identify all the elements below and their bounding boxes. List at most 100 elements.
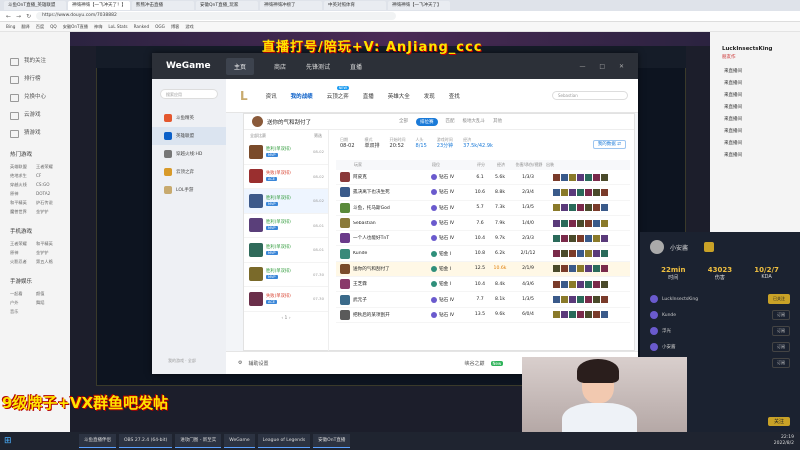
browser-tab[interactable]: 神嗨神嗨【一飞冲天了】 [388,1,450,10]
taskbar-app[interactable]: WeGame [224,434,255,448]
sidebar-game-link[interactable]: 和平精英 [36,241,60,247]
browser-tab[interactable]: 中英对照体育 [324,1,386,10]
player-row[interactable]: 王芝霖 铂金 I 10.4 8.4k 4/3/6 [336,277,630,293]
lol-tab[interactable]: 资讯 [266,92,277,100]
player-name[interactable]: Sebastian [353,221,431,226]
player-name[interactable]: 王芝霖 [353,281,431,287]
game-list-item[interactable]: 英雄联盟 [152,127,226,145]
bookmark-item[interactable]: 神嗨 [94,24,102,30]
match-filter-select[interactable]: 全部比赛 [250,133,266,138]
match-row[interactable]: 失败(单双排) ACE 08-02 [244,165,328,189]
match-row[interactable]: 胜利(单双排) MVP 08-01 [244,238,328,263]
match-type-filter[interactable]: 排位赛 [416,117,438,126]
row-action-button[interactable]: 订阅 [772,342,790,352]
sidebar-game-link[interactable]: 舞蹈 [36,300,60,306]
game-list-item[interactable]: 穿越火线:HD [152,145,226,163]
url-input[interactable]: https://www.douyu.com/7038882 [36,12,397,20]
game-search-input[interactable]: 搜索应用 [160,89,218,99]
browser-tab[interactable]: 神嗨神嗨冲榜了 [260,1,322,10]
sidebar-game-link[interactable]: 王者荣耀 [36,164,60,170]
bookmark-item[interactable]: Bing [6,24,15,29]
sidebar-game-link[interactable]: 音乐 [10,309,34,315]
browser-tab[interactable]: 神嗨神嗨【一飞冲天了！】 [68,1,130,10]
player-name[interactable]: 一个人也能好TnT [353,235,431,241]
match-row[interactable]: 胜利(单双排) MVP 08-02 [244,140,328,165]
sidebar-item[interactable]: 兑换中心 [0,88,70,106]
share-button[interactable]: 我的数据 ⇄ [592,140,626,149]
player-row[interactable]: Kunde 铂金 I 10.8 6.2k 2/1/12 [336,246,630,262]
back-icon[interactable]: ← [6,13,11,20]
settings-icon[interactable]: ⚙ [238,360,242,366]
follow-button[interactable]: 关注 [767,417,790,426]
rank-row[interactable]: 来直播间 [710,126,800,138]
match-row[interactable]: 失败(单双排) ACE 07-30 [244,287,328,312]
sidebar-game-link[interactable]: 第五人格 [36,259,60,265]
window-controls[interactable]: — □ ✕ [579,63,630,70]
windows-start-icon[interactable]: ⊞ [4,435,16,447]
taskbar-app[interactable]: 安徽OnT直播 [313,434,351,448]
sidebar-item[interactable]: 猜游戏 [0,124,70,142]
row-action-button[interactable]: 订阅 [772,310,790,320]
player-row[interactable]: 斗鱼，托马斯God 钻石 IV 5.7 7.3k 1/3/5 [336,201,630,216]
player-row[interactable]: 把秋后的某项刮开 钻石 IV 13.5 9.6k 6/0/4 [336,308,630,323]
match-type-filter[interactable]: 匹配 [446,118,455,126]
sidebar-game-link[interactable]: DOTA2 [36,191,60,197]
bookmark-item[interactable]: 翻译 [21,24,29,30]
lol-tab[interactable]: 查找 [449,92,460,100]
bookmark-item[interactable]: OGG [155,24,165,29]
sidebar-game-link[interactable]: CF [36,173,60,179]
player-row[interactable]: 阿皮克 钻石 IV 6.1 5.6k 1/3/3 [336,170,630,186]
sidebar-game-link[interactable]: 一起看 [10,291,34,297]
lol-tab[interactable]: 直播 [363,92,374,100]
sidebar-game-link[interactable]: 火影忍者 [10,259,34,265]
rank-row[interactable]: 来直播间 [710,102,800,114]
sidebar-game-link[interactable]: 魔兽世界 [10,209,34,215]
match-type-filter[interactable]: 极地大乱斗 [463,118,486,126]
player-name[interactable]: 孤决离下也决生死 [353,189,431,195]
lol-tab[interactable]: 英雄大全 [388,92,410,100]
browser-tab[interactable]: 安徽QnT直播_玩家 [196,1,258,10]
sidebar-game-link[interactable]: 原神 [10,250,34,256]
bookmark-item[interactable]: Ranked [134,24,150,29]
browser-tab[interactable]: 斗鱼OnT直播_英雄联盟 [4,1,66,10]
sidebar-game-link[interactable]: 炉石传说 [36,200,60,206]
rank-row[interactable]: 来直播间 [710,150,800,162]
player-row[interactable]: 孤决离下也决生死 钻石 IV 10.6 8.8k 2/3/4 [336,185,630,201]
match-type-filter[interactable]: 其他 [493,118,502,126]
row-action-button[interactable]: 已关注 [768,294,790,304]
lol-tab[interactable]: 发现 [424,92,435,100]
rank-row[interactable]: 来直播间 [710,114,800,126]
player-name[interactable]: 斗鱼，托马斯God [353,205,431,211]
sidebar-game-link[interactable]: 和平精英 [10,200,34,206]
sidebar-game-link[interactable]: 绝地求生 [10,173,34,179]
match-row[interactable]: 胜利(单双排) MVP 08-01 [244,214,328,238]
sidebar-game-link[interactable]: 金铲铲 [36,209,60,215]
taskbar-app[interactable]: 进攻门图 - 新至实 [175,434,222,448]
wegame-nav-home[interactable]: 主页 [226,57,255,75]
player-name[interactable]: 阿皮克 [353,174,431,180]
row-action-button[interactable]: 订阅 [772,358,790,368]
sidebar-item[interactable]: 我的关注 [0,52,70,70]
sidebar-game-link[interactable]: 英雄联盟 [10,164,34,170]
game-list-item[interactable]: 斗鱼精英 [152,109,226,127]
taskbar-app[interactable]: League of Legends [257,434,311,448]
reload-icon[interactable]: ↻ [26,13,31,20]
bookmark-item[interactable]: 博客 [171,24,179,30]
rank-row[interactable]: 来直播间 [710,90,800,102]
bookmark-item[interactable]: LoL Stats [108,24,127,29]
wegame-nav-store[interactable]: 商店 [274,62,286,71]
wegame-nav-beta[interactable]: 先锋测试 [306,62,330,71]
game-list-item[interactable]: LOL手游 [152,181,226,199]
lol-tab[interactable]: 我的战绩 [291,92,313,100]
assist-settings-link[interactable]: 辅助设置 [248,360,268,367]
match-row[interactable]: 胜利(单双排) MVP 08-02 [244,189,328,214]
taskbar-app[interactable]: 斗鱼直播伴侣 [79,434,116,448]
sidebar-game-link[interactable]: 金铲铲 [36,250,60,256]
bookmark-item[interactable]: QQ [50,24,57,29]
bookmark-item[interactable]: 游戏 [185,24,193,30]
sidebar-game-link[interactable]: CS:GO [36,182,60,188]
game-list-item[interactable]: 云顶之弈 [152,163,226,181]
sidebar-game-link[interactable]: 王者荣耀 [10,241,34,247]
sidebar-game-link[interactable]: 户外 [10,300,34,306]
player-row[interactable]: 武元子 钻石 IV 7.7 8.1k 1/3/5 [336,292,630,308]
